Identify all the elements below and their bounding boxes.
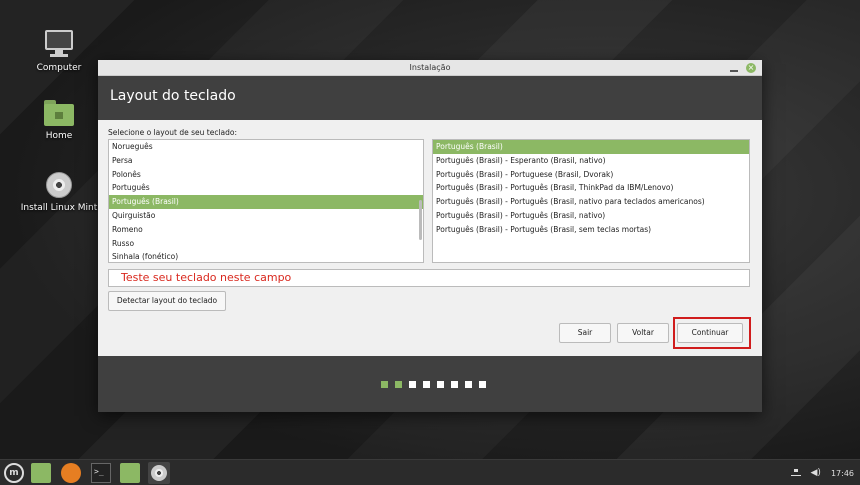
- variant-list-item[interactable]: Português (Brasil) - Português (Brasil, …: [433, 223, 749, 237]
- continue-highlight-box: [673, 317, 751, 349]
- variant-list[interactable]: Português (Brasil) Português (Brasil) - E…: [432, 139, 750, 263]
- clock[interactable]: 17:46: [831, 469, 854, 478]
- desktop-icon-label: Install Linux Mint: [20, 203, 98, 213]
- desktop-icon-label: Computer: [36, 63, 82, 73]
- variant-list-item[interactable]: Português (Brasil) - Português (Brasil, …: [433, 195, 749, 209]
- variant-list-item[interactable]: Português (Brasil) - Portuguese (Brasil,…: [433, 168, 749, 182]
- progress-dot: [451, 381, 458, 388]
- detect-layout-button[interactable]: Detectar layout do teclado: [108, 291, 226, 311]
- keyboard-test-input[interactable]: Teste seu teclado neste campo: [108, 269, 750, 287]
- variant-list-item[interactable]: Português (Brasil): [433, 140, 749, 154]
- progress-dot: [381, 381, 388, 388]
- quit-button[interactable]: Sair: [559, 323, 611, 343]
- progress-dots: [381, 381, 486, 388]
- mint-menu-icon[interactable]: m: [4, 463, 24, 483]
- page-title: Layout do teclado: [110, 88, 236, 104]
- taskbar: m >_ ◀) 17:46: [0, 459, 860, 485]
- variant-list-item[interactable]: Português (Brasil) - Português (Brasil, …: [433, 209, 749, 223]
- progress-dot: [437, 381, 444, 388]
- layout-list-item[interactable]: Sinhala (fonético): [109, 250, 423, 262]
- window-title: Instalação: [409, 63, 451, 72]
- network-icon[interactable]: [790, 468, 801, 478]
- files-icon[interactable]: [31, 463, 51, 483]
- select-layout-label: Selecione o layout de seu teclado:: [108, 128, 238, 137]
- progress-dot: [409, 381, 416, 388]
- desktop-icon-home[interactable]: Home: [19, 100, 99, 141]
- minimize-icon[interactable]: [730, 69, 738, 72]
- layout-list-item[interactable]: Polonês: [109, 168, 423, 182]
- disc-icon: [46, 172, 72, 198]
- close-icon[interactable]: ×: [746, 63, 756, 73]
- window-content: Selecione o layout de seu teclado: Norue…: [98, 120, 762, 356]
- firefox-icon[interactable]: [61, 463, 81, 483]
- layout-list[interactable]: Norueguês Persa Polonês Português Português …: [108, 139, 424, 263]
- installer-task-icon[interactable]: [148, 462, 170, 484]
- layout-list-item[interactable]: Romeno: [109, 223, 423, 237]
- layout-list-item[interactable]: Russo: [109, 237, 423, 251]
- variant-list-item[interactable]: Português (Brasil) - Português (Brasil, …: [433, 181, 749, 195]
- desktop-icon-computer[interactable]: Computer: [19, 30, 99, 73]
- volume-icon[interactable]: ◀): [811, 468, 821, 478]
- computer-icon: [45, 30, 73, 58]
- system-tray: ◀) 17:46: [790, 460, 854, 485]
- progress-footer: [98, 356, 762, 412]
- home-folder-icon: [44, 100, 74, 126]
- layout-list-item[interactable]: Português: [109, 181, 423, 195]
- window-titlebar[interactable]: Instalação ×: [98, 60, 762, 76]
- layout-list-item[interactable]: Português (Brasil): [109, 195, 423, 209]
- progress-dot: [423, 381, 430, 388]
- back-button[interactable]: Voltar: [617, 323, 669, 343]
- folder-icon[interactable]: [120, 463, 140, 483]
- layout-list-item[interactable]: Quirguistão: [109, 209, 423, 223]
- variant-list-item[interactable]: Português (Brasil) - Esperanto (Brasil, …: [433, 154, 749, 168]
- progress-dot: [479, 381, 486, 388]
- desktop-icon-label: Home: [45, 131, 73, 141]
- desktop-icon-install[interactable]: Install Linux Mint: [19, 172, 99, 213]
- progress-dot: [395, 381, 402, 388]
- terminal-icon[interactable]: >_: [91, 463, 111, 483]
- layout-list-scrollbar[interactable]: [419, 200, 422, 240]
- progress-dot: [465, 381, 472, 388]
- layout-list-item[interactable]: Norueguês: [109, 140, 423, 154]
- installer-window: Instalação × Layout do teclado Selecione…: [98, 60, 762, 412]
- page-header: Layout do teclado: [98, 76, 762, 120]
- layout-list-item[interactable]: Persa: [109, 154, 423, 168]
